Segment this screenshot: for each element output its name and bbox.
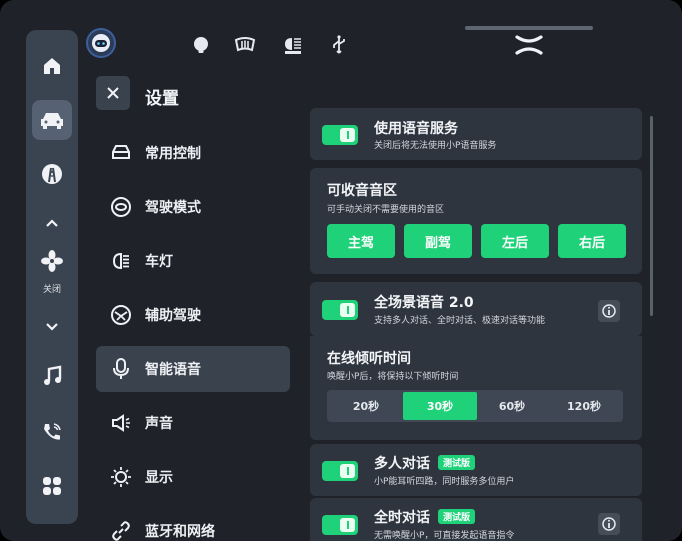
- sound-zone-desc: 可手动关闭不需要使用的音区: [327, 205, 445, 215]
- assist-drive-icon: [108, 302, 134, 328]
- auto-headlight-icon[interactable]: [282, 34, 304, 56]
- category-bluetooth-network[interactable]: 蓝牙和网络: [96, 508, 290, 541]
- fulltime-dialog-toggle[interactable]: [322, 515, 358, 535]
- listen-time-title: 在线倾听时间: [327, 351, 411, 367]
- category-assisted-driving[interactable]: 辅助驾驶: [96, 292, 290, 338]
- sun-icon: [108, 464, 134, 490]
- car-front-icon: [108, 140, 134, 166]
- multi-dialog-label: 多人对话: [374, 456, 430, 472]
- mic-icon: [108, 356, 134, 382]
- car-icon[interactable]: [32, 100, 72, 140]
- light-icon[interactable]: [190, 34, 212, 56]
- speaker-icon: [108, 410, 134, 436]
- fullscene-voice-toggle[interactable]: [322, 300, 358, 320]
- info-icon[interactable]: [598, 300, 620, 322]
- multi-dialog-desc: 小P能耳听四路，同时服务多位用户: [374, 477, 515, 487]
- headlight-icon: [108, 248, 134, 274]
- usb-icon[interactable]: [328, 34, 350, 56]
- category-sound[interactable]: 声音: [96, 400, 290, 446]
- category-voice[interactable]: 智能语音: [96, 346, 290, 392]
- sound-zone-title: 可收音音区: [327, 183, 397, 199]
- voice-service-desc: 关闭后将无法使用小P语音服务: [374, 141, 497, 151]
- category-label: 驾驶模式: [145, 200, 201, 216]
- beta-badge: 测试版: [438, 508, 476, 524]
- multi-dialog-card: 多人对话 测试版 小P能耳听四路，同时服务多位用户: [310, 444, 642, 496]
- zone-driver-button[interactable]: 主驾: [327, 224, 395, 258]
- category-label: 蓝牙和网络: [145, 524, 215, 540]
- voice-service-toggle[interactable]: [322, 125, 358, 145]
- listen-option-60[interactable]: 60秒: [475, 390, 549, 422]
- home-icon[interactable]: [32, 46, 72, 86]
- listen-option-20[interactable]: 20秒: [329, 390, 403, 422]
- fulltime-dialog-title: 全时对话 测试版: [374, 507, 476, 527]
- drag-handle[interactable]: [465, 26, 593, 30]
- fan-icon[interactable]: [32, 244, 72, 278]
- listen-time-desc: 唤醒小P后，将保持以下倾听时间: [327, 372, 459, 382]
- listen-option-120[interactable]: 120秒: [547, 390, 621, 422]
- category-label: 车灯: [145, 254, 173, 270]
- chevron-down-icon[interactable]: [32, 312, 72, 342]
- fulltime-dialog-card: 全时对话 测试版 无需唤醒小P，可直接发起语音指令: [310, 498, 642, 541]
- category-common-controls[interactable]: 常用控制: [96, 130, 290, 176]
- scrollbar[interactable]: [650, 116, 653, 316]
- assistant-avatar-icon[interactable]: [86, 28, 116, 58]
- multi-dialog-title: 多人对话 测试版: [374, 453, 476, 473]
- link-icon: [108, 518, 134, 541]
- voice-service-title: 使用语音服务: [374, 121, 458, 137]
- status-bar: [0, 0, 682, 60]
- fullscene-voice-card: 全场景语音 2.0 支持多人对话、全时对话、极速对话等功能: [310, 282, 642, 336]
- close-icon: [107, 87, 119, 99]
- zone-passenger-button[interactable]: 副驾: [404, 224, 472, 258]
- rear-defrost-icon[interactable]: [234, 34, 256, 56]
- listen-option-30[interactable]: 30秒: [403, 392, 477, 420]
- multi-dialog-toggle[interactable]: [322, 461, 358, 481]
- brand-logo-icon: [514, 34, 544, 56]
- steering-icon: [108, 194, 134, 220]
- category-label: 辅助驾驶: [145, 308, 201, 324]
- category-label: 常用控制: [145, 146, 201, 162]
- phone-icon[interactable]: [32, 412, 72, 452]
- listen-time-card: 在线倾听时间 唤醒小P后，将保持以下倾听时间 20秒 30秒 60秒 120秒: [310, 336, 642, 440]
- category-label: 显示: [145, 470, 173, 486]
- category-lights[interactable]: 车灯: [96, 238, 290, 284]
- screen: 关闭 设置 常用控制 驾驶模式 车灯 辅助驾驶 智能语音 声音 显示 蓝牙和网络…: [0, 0, 682, 541]
- music-icon[interactable]: [32, 356, 72, 396]
- close-button[interactable]: [96, 76, 130, 110]
- fan-status-label: 关闭: [42, 285, 61, 295]
- fulltime-dialog-desc: 无需唤醒小P，可直接发起语音指令: [374, 531, 515, 541]
- listen-time-selector: 20秒 30秒 60秒 120秒: [327, 390, 623, 422]
- side-dock: 关闭: [26, 30, 78, 524]
- voice-service-card: 使用语音服务 关闭后将无法使用小P语音服务: [310, 108, 642, 160]
- fullscene-voice-desc: 支持多人对话、全时对话、极速对话等功能: [374, 316, 546, 326]
- sound-zone-card: 可收音音区 可手动关闭不需要使用的音区 主驾 副驾 左后 右后: [310, 168, 642, 274]
- category-label: 声音: [145, 416, 173, 432]
- info-icon[interactable]: [598, 513, 620, 535]
- apps-icon[interactable]: [32, 466, 72, 506]
- category-label: 智能语音: [145, 362, 201, 378]
- category-drive-mode[interactable]: 驾驶模式: [96, 184, 290, 230]
- fullscene-voice-title: 全场景语音 2.0: [374, 295, 474, 311]
- chevron-up-icon[interactable]: [32, 208, 72, 238]
- page-title: 设置: [145, 89, 179, 109]
- beta-badge: 测试版: [438, 454, 476, 470]
- zone-rear-left-button[interactable]: 左后: [481, 224, 549, 258]
- zone-rear-right-button[interactable]: 右后: [558, 224, 626, 258]
- road-icon[interactable]: [32, 154, 72, 194]
- category-display[interactable]: 显示: [96, 454, 290, 500]
- fulltime-dialog-label: 全时对话: [374, 510, 430, 526]
